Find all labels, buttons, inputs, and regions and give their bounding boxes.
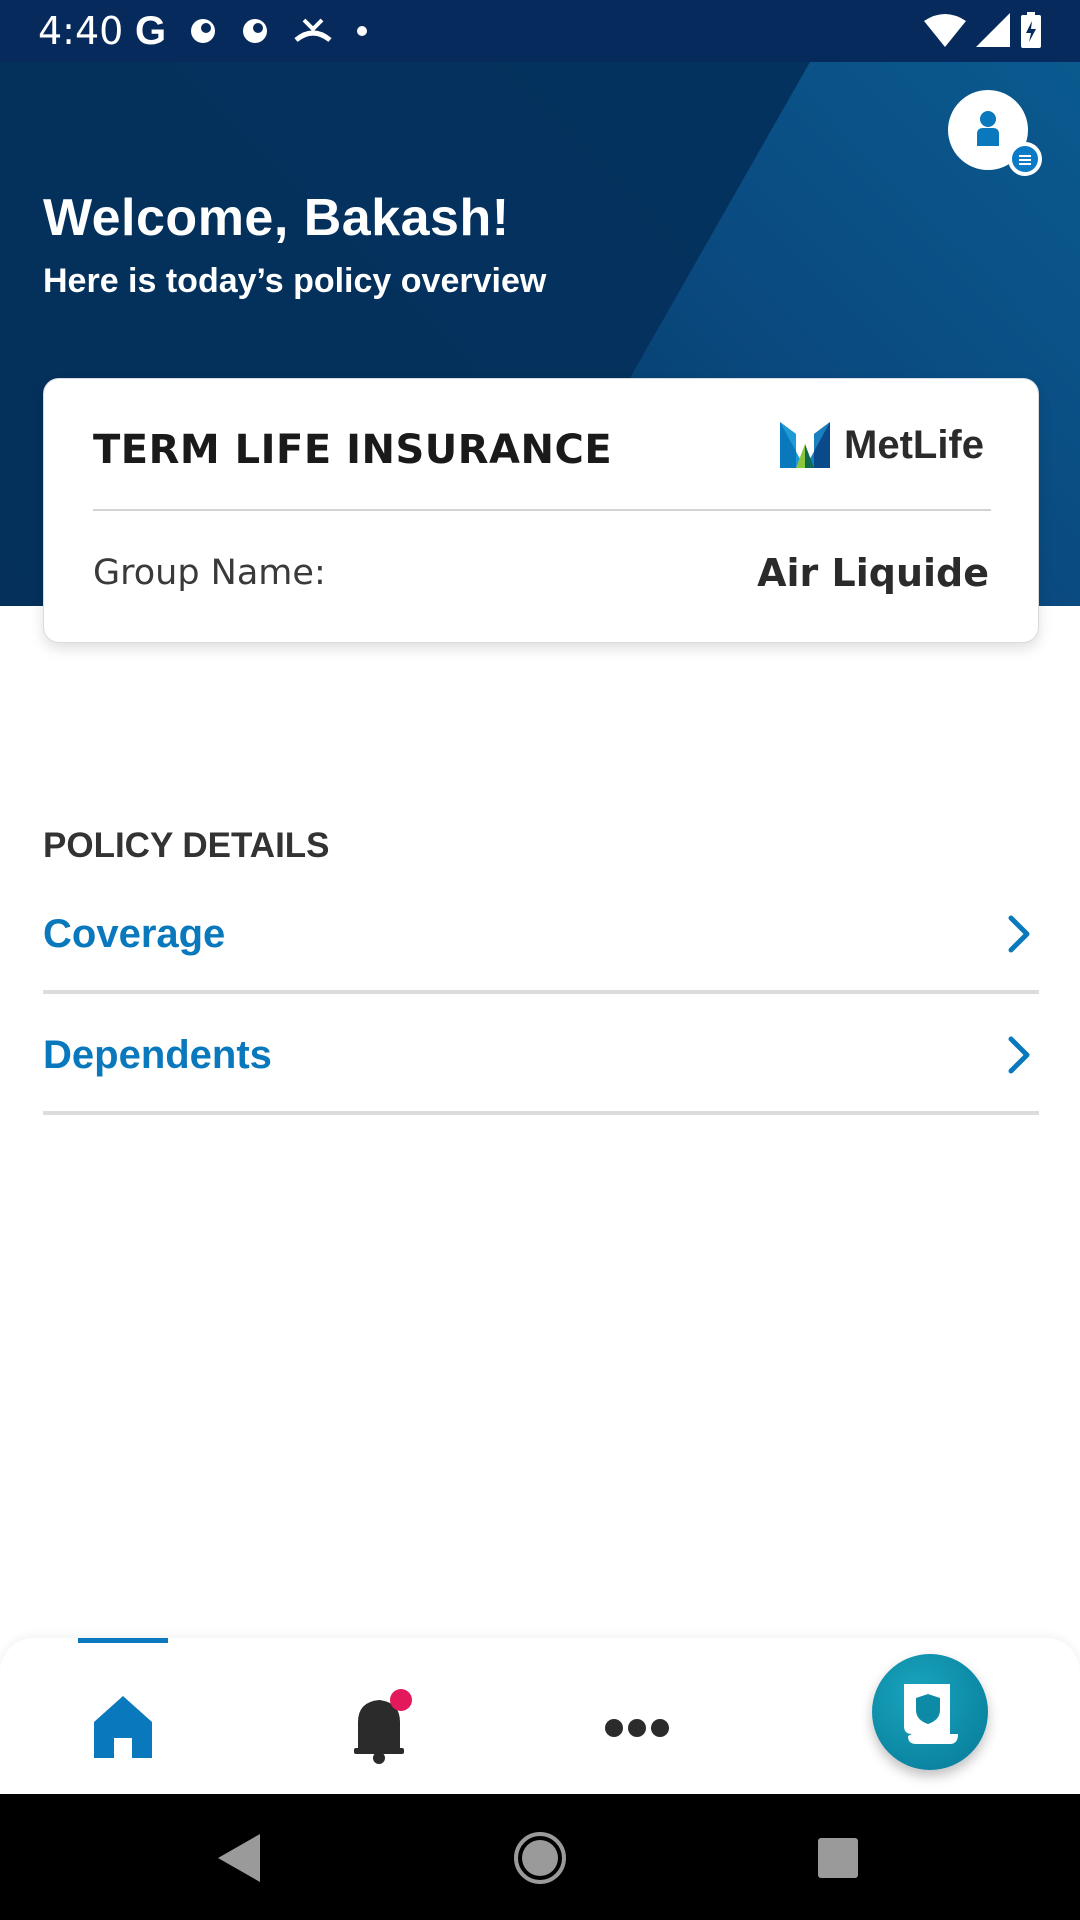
notification-dot [390,1689,412,1711]
status-right-icons [924,12,1042,48]
policy-card[interactable]: TERM LIFE INSURANCE MetLife Group Name: … [43,378,1039,643]
wifi-icon [924,14,966,47]
welcome-title: Welcome, Bakash! [43,189,510,247]
missed-call-icon [294,18,332,43]
app-notification-icon [191,19,216,43]
back-icon[interactable] [210,1828,270,1888]
google-icon: G [135,8,167,53]
group-name-label: Group Name: [93,553,326,593]
chevron-right-icon [1008,915,1030,953]
metlife-logo-icon [780,422,830,468]
policy-details-heading: POLICY DETAILS [43,826,330,865]
menu-icon [1008,142,1042,176]
signal-icon [976,13,1010,47]
policy-type: TERM LIFE INSURANCE [93,427,613,473]
nav-more-button[interactable] [592,1686,682,1766]
chevron-right-icon [1008,1036,1030,1074]
coverage-row[interactable]: Coverage [43,874,1039,994]
active-tab-indicator [78,1638,168,1643]
status-time: 4:40 [38,9,124,53]
coverage-label: Coverage [43,912,226,956]
recents-icon[interactable] [808,1828,868,1888]
nav-home-button[interactable] [78,1686,168,1766]
card-divider [93,509,991,511]
dependents-row[interactable]: Dependents [43,995,1039,1115]
group-name-value: Air Liquide [757,551,989,595]
home-circle-icon[interactable] [510,1828,570,1888]
more-icon [605,1719,669,1737]
home-icon [94,1696,152,1758]
welcome-subtitle: Here is today’s policy overview [43,262,547,300]
dependents-label: Dependents [43,1033,272,1077]
policy-document-icon [904,1684,958,1744]
policy-fab-button[interactable] [872,1654,988,1770]
brand-name: MetLife [844,422,984,467]
status-bar: 4:40 G [0,0,1080,62]
dot-icon [357,26,368,36]
battery-icon [1021,12,1041,48]
status-left-icons: G [135,8,368,53]
brand-logo: MetLife [780,421,984,469]
system-navigation-bar [0,1794,1080,1920]
app-notification-icon [243,19,268,43]
